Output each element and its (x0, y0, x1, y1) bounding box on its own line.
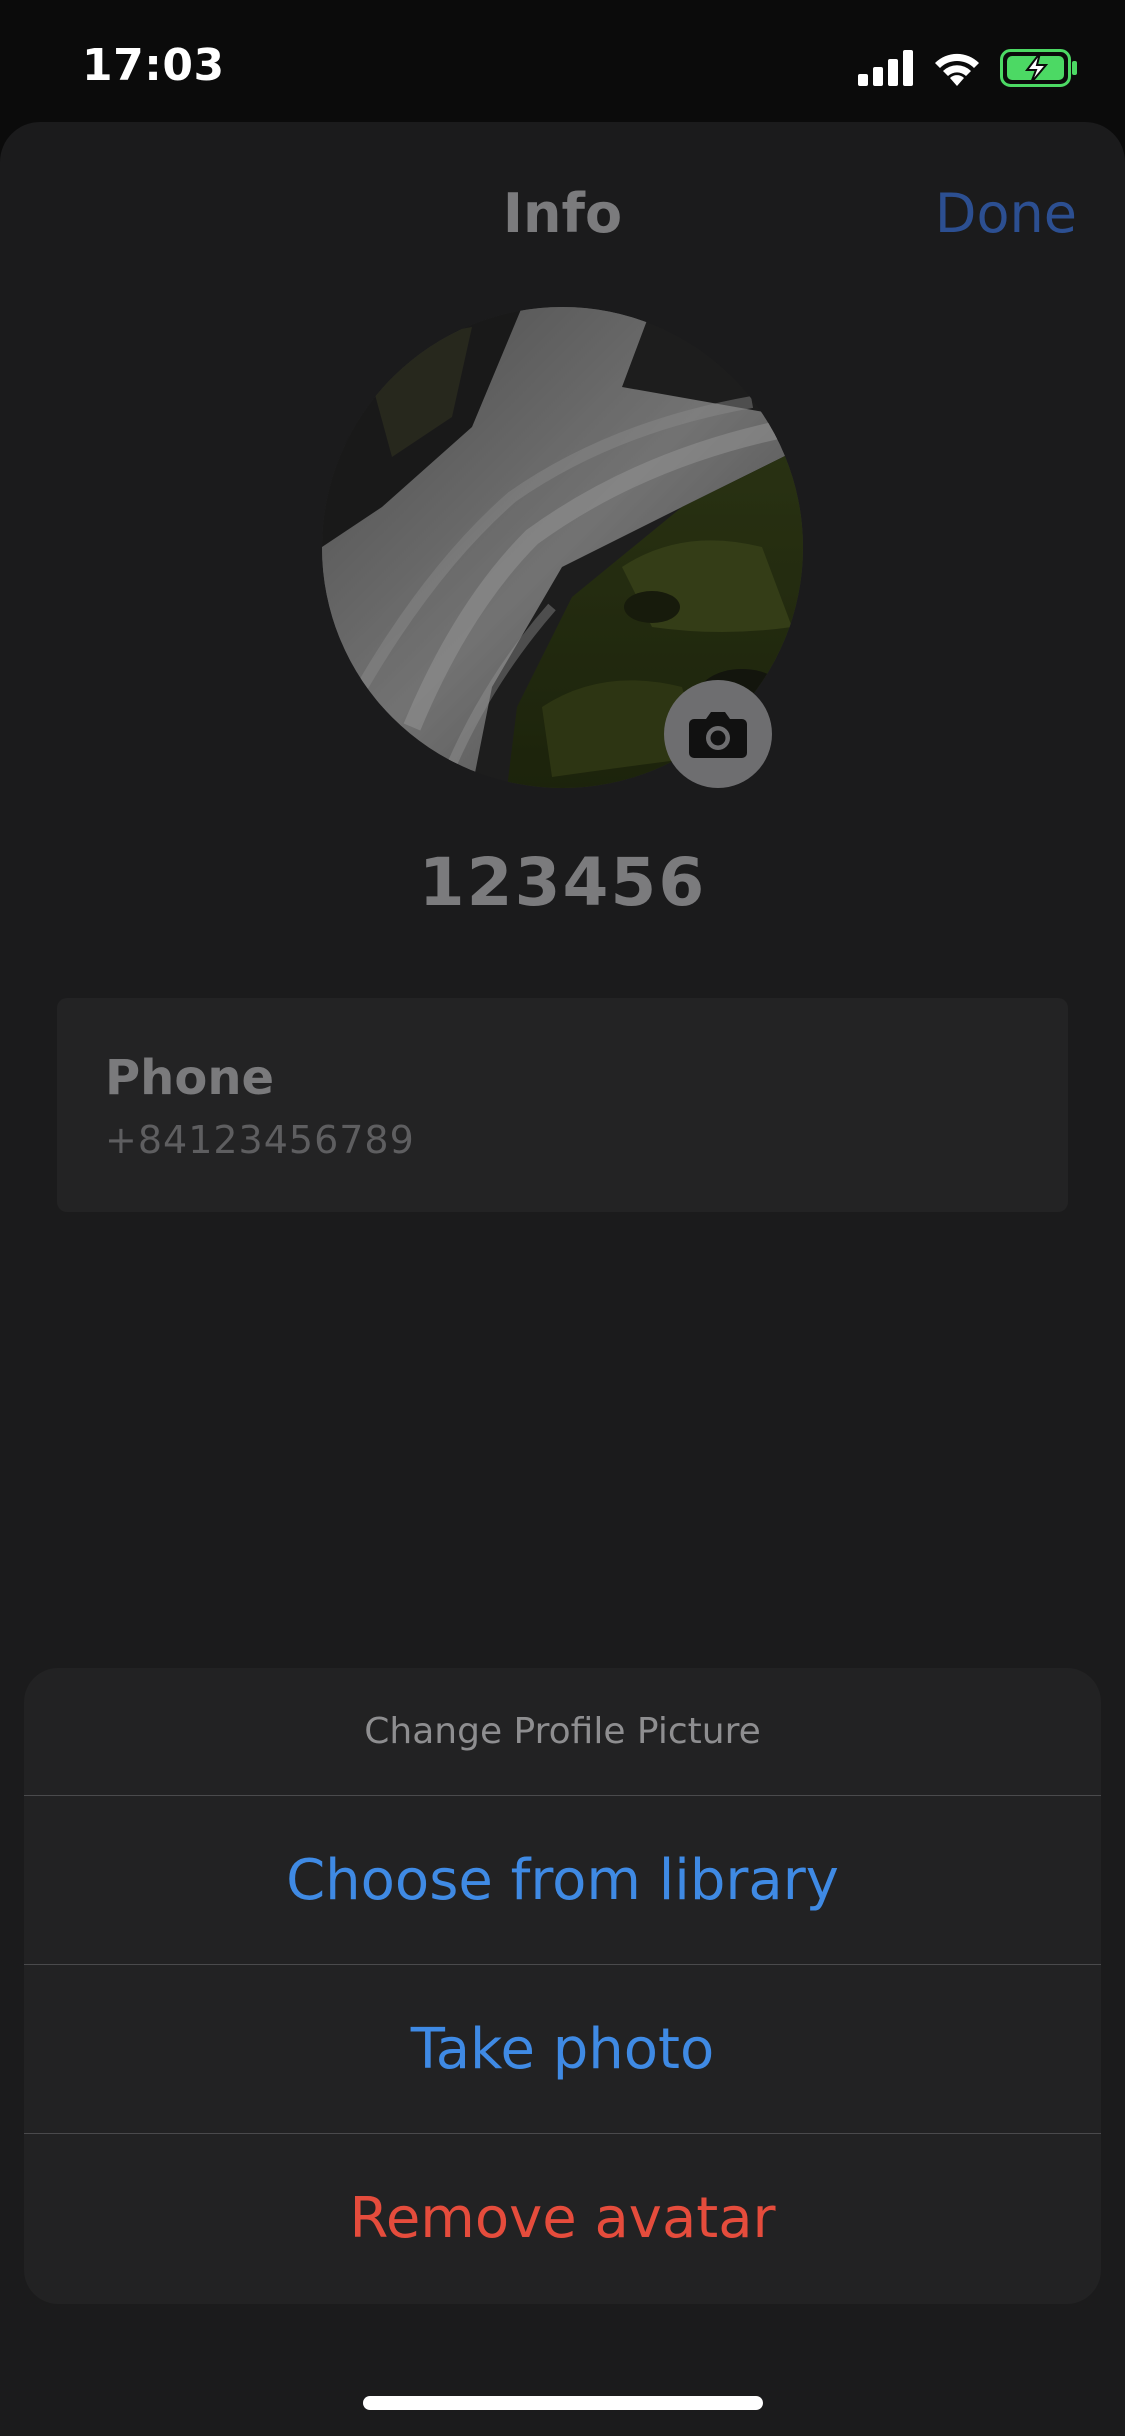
home-indicator[interactable] (363, 2396, 763, 2410)
status-time: 17:03 (82, 40, 225, 91)
phone-value: +84123456789 (105, 1118, 415, 1162)
change-profile-picture-sheet: Change Profile Picture Choose from libra… (24, 1668, 1101, 2304)
camera-icon (689, 712, 747, 758)
phone-label: Phone (105, 1050, 275, 1106)
wifi-icon (935, 53, 979, 86)
status-icons (858, 48, 1080, 88)
phone-card: Phone +84123456789 (57, 998, 1068, 1212)
avatar-container (322, 307, 803, 788)
cellular-signal-icon (858, 50, 913, 86)
remove-avatar-button[interactable]: Remove avatar (24, 2134, 1101, 2303)
battery-charging-icon (1000, 49, 1077, 87)
take-photo-button[interactable]: Take photo (24, 1965, 1101, 2134)
status-bar: 17:03 (0, 0, 1125, 120)
app-screen: 17:03 Info Done 123456 Phone +8412345678… (0, 0, 1125, 2436)
change-photo-button[interactable] (664, 680, 772, 788)
choose-from-library-button[interactable]: Choose from library (24, 1796, 1101, 1965)
done-button[interactable]: Done (935, 182, 1077, 245)
action-sheet-title: Change Profile Picture (24, 1668, 1101, 1796)
username: 123456 (418, 844, 707, 921)
